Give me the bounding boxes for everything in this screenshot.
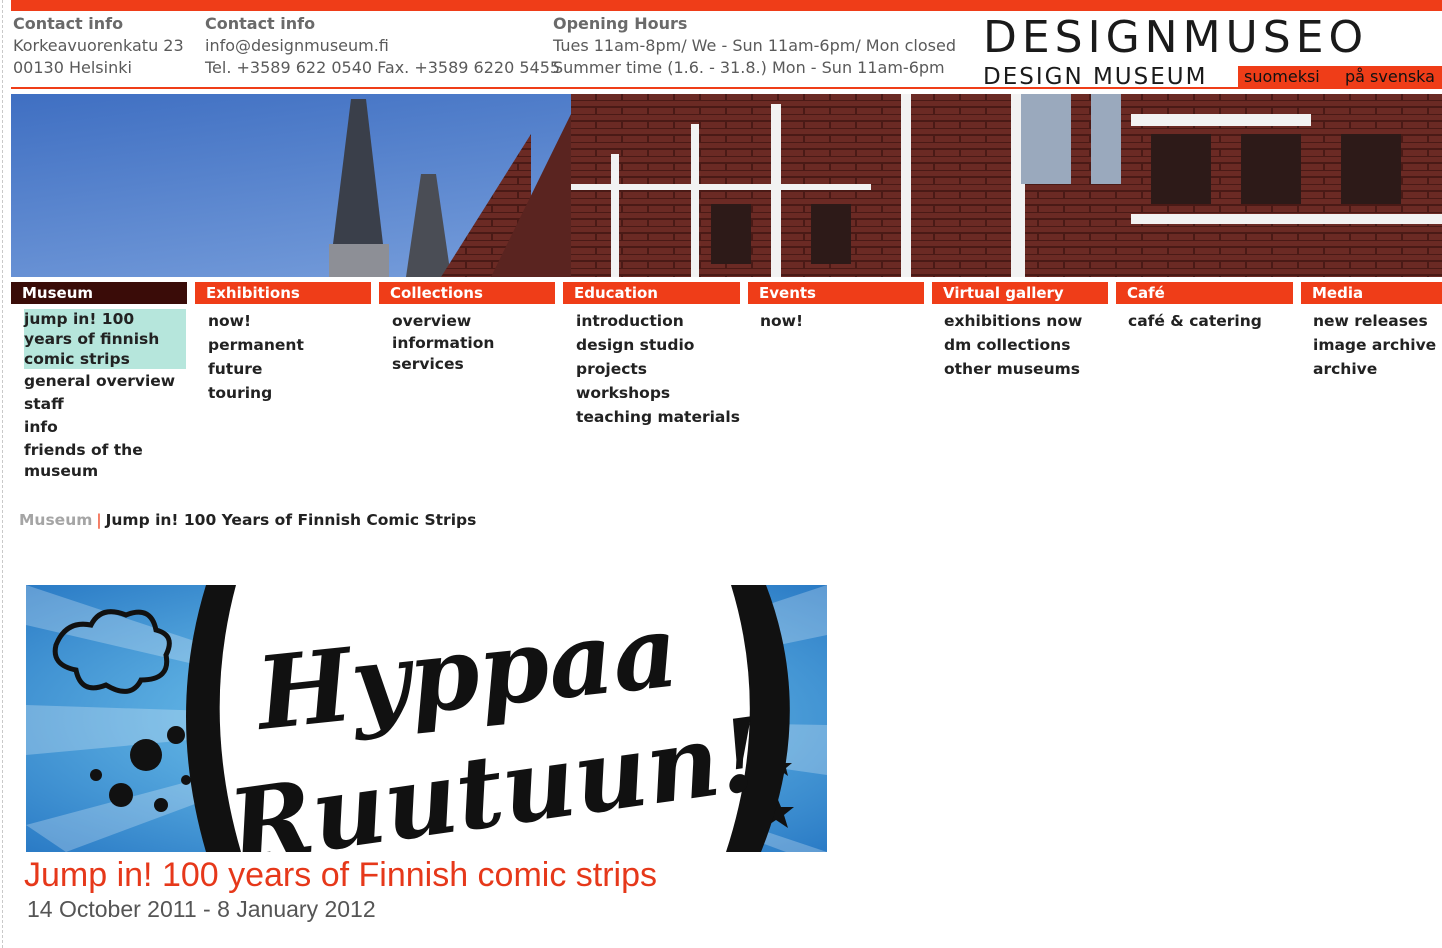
exhibition-banner-image: Hyppaa Ruutuun! — [26, 585, 827, 852]
submenu-item-archive[interactable]: archive — [1313, 357, 1436, 381]
submenu-item-introduction[interactable]: introduction — [576, 309, 740, 333]
submenu-item-staff[interactable]: staff — [24, 394, 186, 415]
submenu-item-cafe-catering[interactable]: café & catering — [1128, 309, 1262, 333]
lang-suomeksi-link[interactable]: suomeksi — [1238, 66, 1346, 88]
breadcrumb-separator: | — [96, 511, 102, 529]
hero-building-image — [11, 94, 1442, 277]
nav-education[interactable]: Education — [563, 282, 740, 304]
submenu-item-info[interactable]: info — [24, 417, 186, 438]
submenu-item-design-studio[interactable]: design studio — [576, 333, 740, 357]
nav-events[interactable]: Events — [748, 282, 924, 304]
submenu-item-projects[interactable]: projects — [576, 357, 740, 381]
contact-address: Contact info Korkeavuorenkatu 23 00130 H… — [13, 13, 184, 79]
submenu-item-now[interactable]: now! — [208, 309, 304, 333]
nav-media[interactable]: Media — [1301, 282, 1442, 304]
exhibitions-submenu: now! permanent future touring — [208, 309, 304, 405]
breadcrumb-museum-link[interactable]: Museum — [19, 511, 92, 529]
contact-details: Contact info info@designmuseum.fi Tel. +… — [205, 13, 560, 79]
address-street: Korkeavuorenkatu 23 — [13, 36, 184, 55]
header-divider — [11, 87, 1442, 89]
museum-submenu: jump in! 100 years of finnish comic stri… — [24, 309, 186, 484]
submenu-item-future[interactable]: future — [208, 357, 304, 381]
submenu-item-exhibitions-now[interactable]: exhibitions now — [944, 309, 1082, 333]
breadcrumb-current: Jump in! 100 Years of Finnish Comic Stri… — [105, 511, 477, 529]
nav-exhibitions[interactable]: Exhibitions — [195, 282, 371, 304]
submenu-item-workshops[interactable]: workshops — [576, 381, 740, 405]
hours-summer: Summer time (1.6. - 31.8.) Mon - Sun 11a… — [553, 58, 945, 77]
contact-heading: Contact info — [13, 14, 124, 33]
submenu-item-new-releases[interactable]: new releases — [1313, 309, 1436, 333]
cafe-submenu: café & catering — [1128, 309, 1262, 333]
exhibition-dates: 14 October 2011 - 8 January 2012 — [27, 896, 376, 922]
submenu-item-permanent[interactable]: permanent — [208, 333, 304, 357]
nav-collections[interactable]: Collections — [379, 282, 555, 304]
submenu-item-image-archive[interactable]: image archive — [1313, 333, 1436, 357]
submenu-item-general-overview[interactable]: general overview — [24, 371, 186, 392]
submenu-item-information-services[interactable]: information services — [392, 333, 512, 375]
address-city: 00130 Helsinki — [13, 58, 132, 77]
nav-museum[interactable]: Museum — [11, 282, 187, 304]
left-border — [2, 0, 3, 948]
email-link[interactable]: info@designmuseum.fi — [205, 35, 560, 57]
submenu-item-dm-collections[interactable]: dm collections — [944, 333, 1082, 357]
submenu-item-friends[interactable]: friends of the museum — [24, 440, 186, 482]
submenu-item-other-museums[interactable]: other museums — [944, 357, 1082, 381]
exhibition-title: Jump in! 100 years of Finnish comic stri… — [24, 856, 658, 894]
nav-virtual-gallery[interactable]: Virtual gallery — [932, 282, 1108, 304]
hours-regular: Tues 11am-8pm/ We - Sun 11am-6pm/ Mon cl… — [553, 36, 956, 55]
submenu-item-events-now[interactable]: now! — [760, 309, 803, 333]
breadcrumb: Museum | Jump in! 100 Years of Finnish Com… — [19, 510, 476, 530]
virtual-gallery-submenu: exhibitions now dm collections other mus… — [944, 309, 1082, 381]
phone-fax: Tel. +3589 622 0540 Fax. +3589 6220 5455 — [205, 58, 561, 77]
submenu-item-overview[interactable]: overview — [392, 309, 512, 333]
contact-heading: Contact info — [205, 14, 316, 33]
submenu-item-jump-in[interactable]: jump in! 100 years of finnish comic stri… — [24, 309, 186, 369]
media-submenu: new releases image archive archive — [1313, 309, 1436, 381]
top-accent-bar — [11, 0, 1442, 11]
submenu-item-teaching-materials[interactable]: teaching materials — [576, 405, 740, 429]
opening-hours: Opening Hours Tues 11am-8pm/ We - Sun 11… — [553, 13, 956, 79]
events-submenu: now! — [760, 309, 803, 333]
submenu-item-touring[interactable]: touring — [208, 381, 304, 405]
lang-svenska-link[interactable]: på svenska — [1339, 66, 1442, 88]
hours-heading: Opening Hours — [553, 14, 688, 33]
education-submenu: introduction design studio projects work… — [576, 309, 740, 429]
logo-designmuseo[interactable]: DESIGNMUSEO — [983, 12, 1368, 64]
nav-cafe[interactable]: Café — [1116, 282, 1293, 304]
collections-submenu: overview information services — [392, 309, 512, 375]
